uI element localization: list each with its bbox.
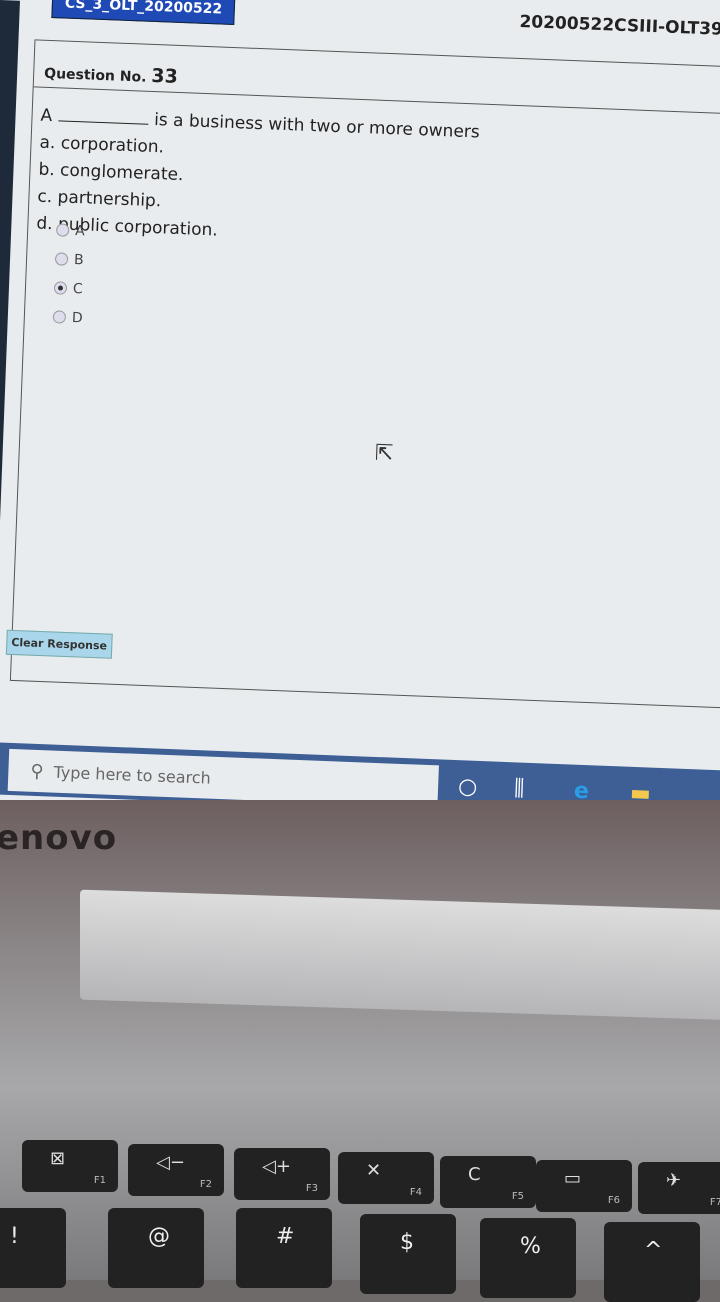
laptop-screen: CS_3_OLT_20200522 20200522CSIII-OLT39 Qu… [0, 0, 720, 800]
answer-options: A B C D [52, 215, 86, 332]
radio-button[interactable] [55, 223, 70, 237]
fn-label: F5 [511, 1191, 524, 1202]
fn-label: F1 [93, 1175, 106, 1186]
key-symbol: % [520, 1234, 541, 1259]
key-f6[interactable]: ▭ F6 [536, 1160, 632, 1212]
key-f4[interactable]: ✕ F4 [338, 1152, 434, 1204]
mic-mute-icon: ✕ [366, 1160, 382, 1181]
option-d[interactable]: D [52, 302, 83, 332]
question-body: Ais a business with two or more owners a… [36, 103, 480, 255]
radio-button[interactable] [52, 310, 67, 324]
stem-before: A [40, 105, 53, 127]
fn-label: F7 [709, 1197, 720, 1208]
lenovo-logo: enovo [0, 818, 118, 858]
task-view-icon[interactable]: ⫼ [514, 776, 525, 800]
key-f3[interactable]: ◁+ F3 [234, 1148, 330, 1200]
question-label: Question No. [43, 65, 147, 86]
key-f5[interactable]: C F5 [440, 1156, 536, 1208]
key-symbol: # [276, 1224, 295, 1249]
question-header: Question No. 33 [33, 40, 720, 116]
key-3[interactable]: # [236, 1208, 332, 1288]
option-label: B [73, 251, 85, 268]
blank [58, 120, 148, 125]
clear-response-button[interactable]: Clear Response [5, 629, 113, 659]
key-1[interactable]: ! [0, 1208, 66, 1288]
fn-label: F2 [199, 1179, 212, 1190]
volume-down-icon: ◁− [156, 1152, 185, 1173]
option-label: C [72, 280, 84, 297]
fn-label: F3 [305, 1183, 318, 1194]
key-f2[interactable]: ◁− F2 [128, 1144, 224, 1196]
question-number-label: Question No. 33 [44, 61, 178, 88]
search-icon: ⚲ [30, 760, 45, 782]
laptop-hinge [80, 889, 720, 1021]
mouse-cursor-icon: ⇱ [374, 440, 394, 467]
key-f1[interactable]: ⊠ F1 [22, 1140, 118, 1192]
taskbar-search[interactable]: ⚲ Type here to search [7, 748, 439, 800]
refresh-icon: C [468, 1164, 481, 1185]
option-a[interactable]: A [55, 215, 87, 245]
fn-label: F6 [607, 1195, 620, 1206]
option-c[interactable]: C [53, 273, 84, 303]
exam-code: 20200522CSIII-OLT39 [519, 11, 720, 40]
question-panel: Question No. 33 Ais a business with two … [5, 39, 720, 710]
question-number: 33 [150, 64, 179, 88]
volume-up-icon: ◁+ [262, 1156, 291, 1177]
exam-tab[interactable]: CS_3_OLT_20200522 [51, 0, 236, 26]
radio-button[interactable] [54, 252, 69, 266]
search-placeholder: Type here to search [53, 762, 212, 788]
option-label: D [71, 309, 83, 326]
option-label: A [74, 222, 86, 239]
option-b[interactable]: B [54, 244, 86, 274]
key-symbol: @ [148, 1224, 170, 1249]
key-5[interactable]: % [480, 1218, 576, 1298]
taskbar: ⊞ ⚲ Type here to search ○ ⫼ e ▬ [0, 741, 720, 800]
key-6[interactable]: ^ [604, 1222, 700, 1302]
airplane-mode-icon: ✈ [666, 1170, 682, 1191]
key-4[interactable]: $ [360, 1214, 456, 1294]
touchpad-icon: ▭ [564, 1168, 582, 1189]
key-symbol: ^ [644, 1238, 663, 1263]
key-symbol: $ [400, 1230, 414, 1255]
file-explorer-icon[interactable]: ▬ [630, 781, 652, 800]
key-symbol: ! [10, 1224, 19, 1249]
mute-icon: ⊠ [50, 1148, 66, 1169]
fn-label: F4 [409, 1187, 422, 1198]
key-f7[interactable]: ✈ F7 [638, 1162, 720, 1214]
radio-button-selected[interactable] [53, 281, 68, 295]
key-2[interactable]: @ [108, 1208, 204, 1288]
edge-icon[interactable]: e [574, 779, 590, 800]
cortana-icon[interactable]: ○ [458, 774, 478, 800]
